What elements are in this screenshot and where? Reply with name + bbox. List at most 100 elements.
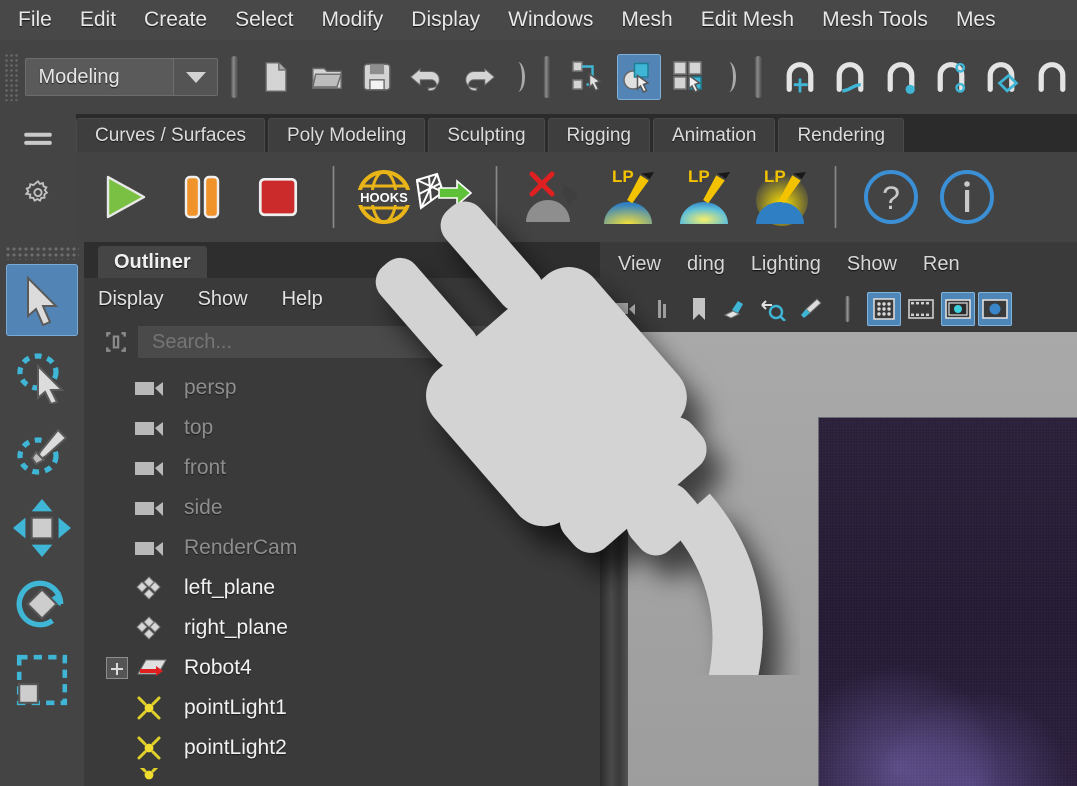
shelf-tab-animation[interactable]: Animation <box>652 118 776 152</box>
move-tool-button[interactable] <box>6 492 78 564</box>
outliner-menu-display[interactable]: Display <box>98 288 164 311</box>
selection-highlight-icon[interactable] <box>94 325 138 359</box>
rotate-tool-button[interactable] <box>6 568 78 640</box>
zoom-region-icon[interactable] <box>756 292 790 326</box>
open-scene-button[interactable] <box>305 54 349 100</box>
menu-item-file[interactable]: File <box>0 0 66 40</box>
shelf-tab-poly-modeling[interactable]: Poly Modeling <box>268 118 426 152</box>
resolution-gate-icon[interactable] <box>941 292 975 326</box>
list-item[interactable]: pointLight1 <box>84 688 600 728</box>
paint-select-tool-button[interactable] <box>6 416 78 488</box>
play-button[interactable] <box>90 161 162 233</box>
shelf-settings-gear-icon[interactable] <box>21 176 55 210</box>
pause-button[interactable] <box>166 161 238 233</box>
toolbar-expander-2[interactable] <box>722 56 736 98</box>
menu-item-windows[interactable]: Windows <box>494 0 607 40</box>
list-item[interactable]: left_plane <box>84 568 600 608</box>
outliner-search-row <box>84 320 600 364</box>
outliner-tab[interactable]: Outliner <box>98 246 207 278</box>
render-region <box>818 417 1077 786</box>
outliner-menu-show[interactable]: Show <box>198 288 248 311</box>
redo-button[interactable] <box>456 54 500 100</box>
list-item[interactable]: right_plane <box>84 608 600 648</box>
gate-mask-icon[interactable] <box>978 292 1012 326</box>
viewport-canvas[interactable] <box>600 332 1077 786</box>
toolbar-separator-3[interactable] <box>754 56 763 98</box>
list-item[interactable]: side <box>84 488 600 528</box>
select-by-component-icon <box>673 61 702 94</box>
delete-light-preset-button[interactable] <box>516 161 588 233</box>
light-preset-lp3-button[interactable]: LP <box>744 161 816 233</box>
shelf-tab-curves-surfaces[interactable]: Curves / Surfaces <box>76 118 265 152</box>
list-item[interactable] <box>84 768 600 782</box>
lasso-select-tool-button[interactable] <box>6 340 78 412</box>
viewport-menu-view[interactable]: View <box>618 253 661 276</box>
menuset-dropdown[interactable]: Modeling <box>25 58 219 96</box>
viewport-menu-shading[interactable]: ding <box>687 253 725 276</box>
film-gate-icon[interactable] <box>904 292 938 326</box>
scale-tool-button[interactable] <box>6 644 78 716</box>
toolbar-separator-2[interactable] <box>542 56 552 98</box>
viewport-camera-icon[interactable] <box>608 292 642 326</box>
snap-to-projected-center-button[interactable] <box>929 54 973 100</box>
list-item-label: pointLight2 <box>184 736 287 759</box>
snap-to-point-button[interactable] <box>878 54 922 100</box>
light-preset-lp1-button[interactable]: LP <box>592 161 664 233</box>
shelf-tab-sculpting[interactable]: Sculpting <box>428 118 545 152</box>
select-by-component-button[interactable] <box>667 54 711 100</box>
lp-label: LP <box>688 167 710 186</box>
menu-item-mesh[interactable]: Mesh <box>607 0 686 40</box>
hooks-logo-button[interactable]: HOOKS <box>353 161 415 233</box>
new-scene-button[interactable] <box>254 54 298 100</box>
viewport-camera-attributes-icon[interactable] <box>645 292 679 326</box>
viewport-menu-renderer[interactable]: Ren <box>923 253 960 276</box>
expand-robot4-button[interactable] <box>106 657 128 679</box>
list-item[interactable]: top <box>84 408 600 448</box>
paint-effects-icon[interactable] <box>793 292 827 326</box>
select-by-object-button[interactable] <box>616 54 662 100</box>
stop-button[interactable] <box>242 161 314 233</box>
list-item[interactable]: persp <box>84 368 600 408</box>
viewport-menu-lighting[interactable]: Lighting <box>751 253 821 276</box>
snap-to-plane-button[interactable] <box>979 54 1023 100</box>
camera-icon <box>134 455 174 481</box>
snap-to-curve-button[interactable] <box>828 54 872 100</box>
menu-item-mesh-display[interactable]: Mes <box>942 0 1010 40</box>
help-button[interactable]: ? <box>855 161 927 233</box>
shelf-tab-rigging[interactable]: Rigging <box>547 118 650 152</box>
light-preset-lp2-button[interactable]: LP <box>668 161 740 233</box>
menu-item-modify[interactable]: Modify <box>307 0 397 40</box>
menu-item-edit-mesh[interactable]: Edit Mesh <box>687 0 808 40</box>
snap-to-grid-button[interactable] <box>778 54 822 100</box>
select-by-hierarchy-button[interactable] <box>566 54 610 100</box>
menu-item-mesh-tools[interactable]: Mesh Tools <box>808 0 942 40</box>
list-item[interactable]: pointLight2 <box>84 728 600 768</box>
toolbar-grip[interactable] <box>4 53 20 101</box>
grid-toggle-icon[interactable] <box>867 292 901 326</box>
list-item[interactable]: front <box>84 448 600 488</box>
info-button[interactable] <box>931 161 1003 233</box>
undo-button[interactable] <box>405 54 449 100</box>
list-item[interactable]: Robot4 <box>84 648 600 688</box>
bookmark-icon[interactable] <box>682 292 716 326</box>
menu-item-display[interactable]: Display <box>397 0 494 40</box>
toolbox-grip[interactable] <box>5 246 79 260</box>
menuset-dropdown-arrow[interactable] <box>173 59 218 95</box>
toolbar-separator-1[interactable] <box>230 56 240 98</box>
shelf-menu-icon[interactable] <box>21 122 55 156</box>
outliner-menu-help[interactable]: Help <box>282 288 323 311</box>
toolbar-expander-1[interactable] <box>511 56 525 98</box>
list-item[interactable]: RenderCam <box>84 528 600 568</box>
menu-item-edit[interactable]: Edit <box>66 0 130 40</box>
hooks-export-button[interactable] <box>411 161 477 233</box>
search-input[interactable] <box>138 326 590 358</box>
select-tool-button[interactable] <box>6 264 78 336</box>
shelf-tab-rendering[interactable]: Rendering <box>778 118 905 152</box>
viewport-menu-show[interactable]: Show <box>847 253 897 276</box>
save-scene-button[interactable] <box>355 54 399 100</box>
image-plane-icon[interactable] <box>719 292 753 326</box>
menu-item-create[interactable]: Create <box>130 0 221 40</box>
snap-to-view-plane-button[interactable] <box>1030 54 1074 100</box>
shelf-button-row: HOOKS LP LP LP ? <box>76 152 1077 242</box>
menu-item-select[interactable]: Select <box>221 0 307 40</box>
